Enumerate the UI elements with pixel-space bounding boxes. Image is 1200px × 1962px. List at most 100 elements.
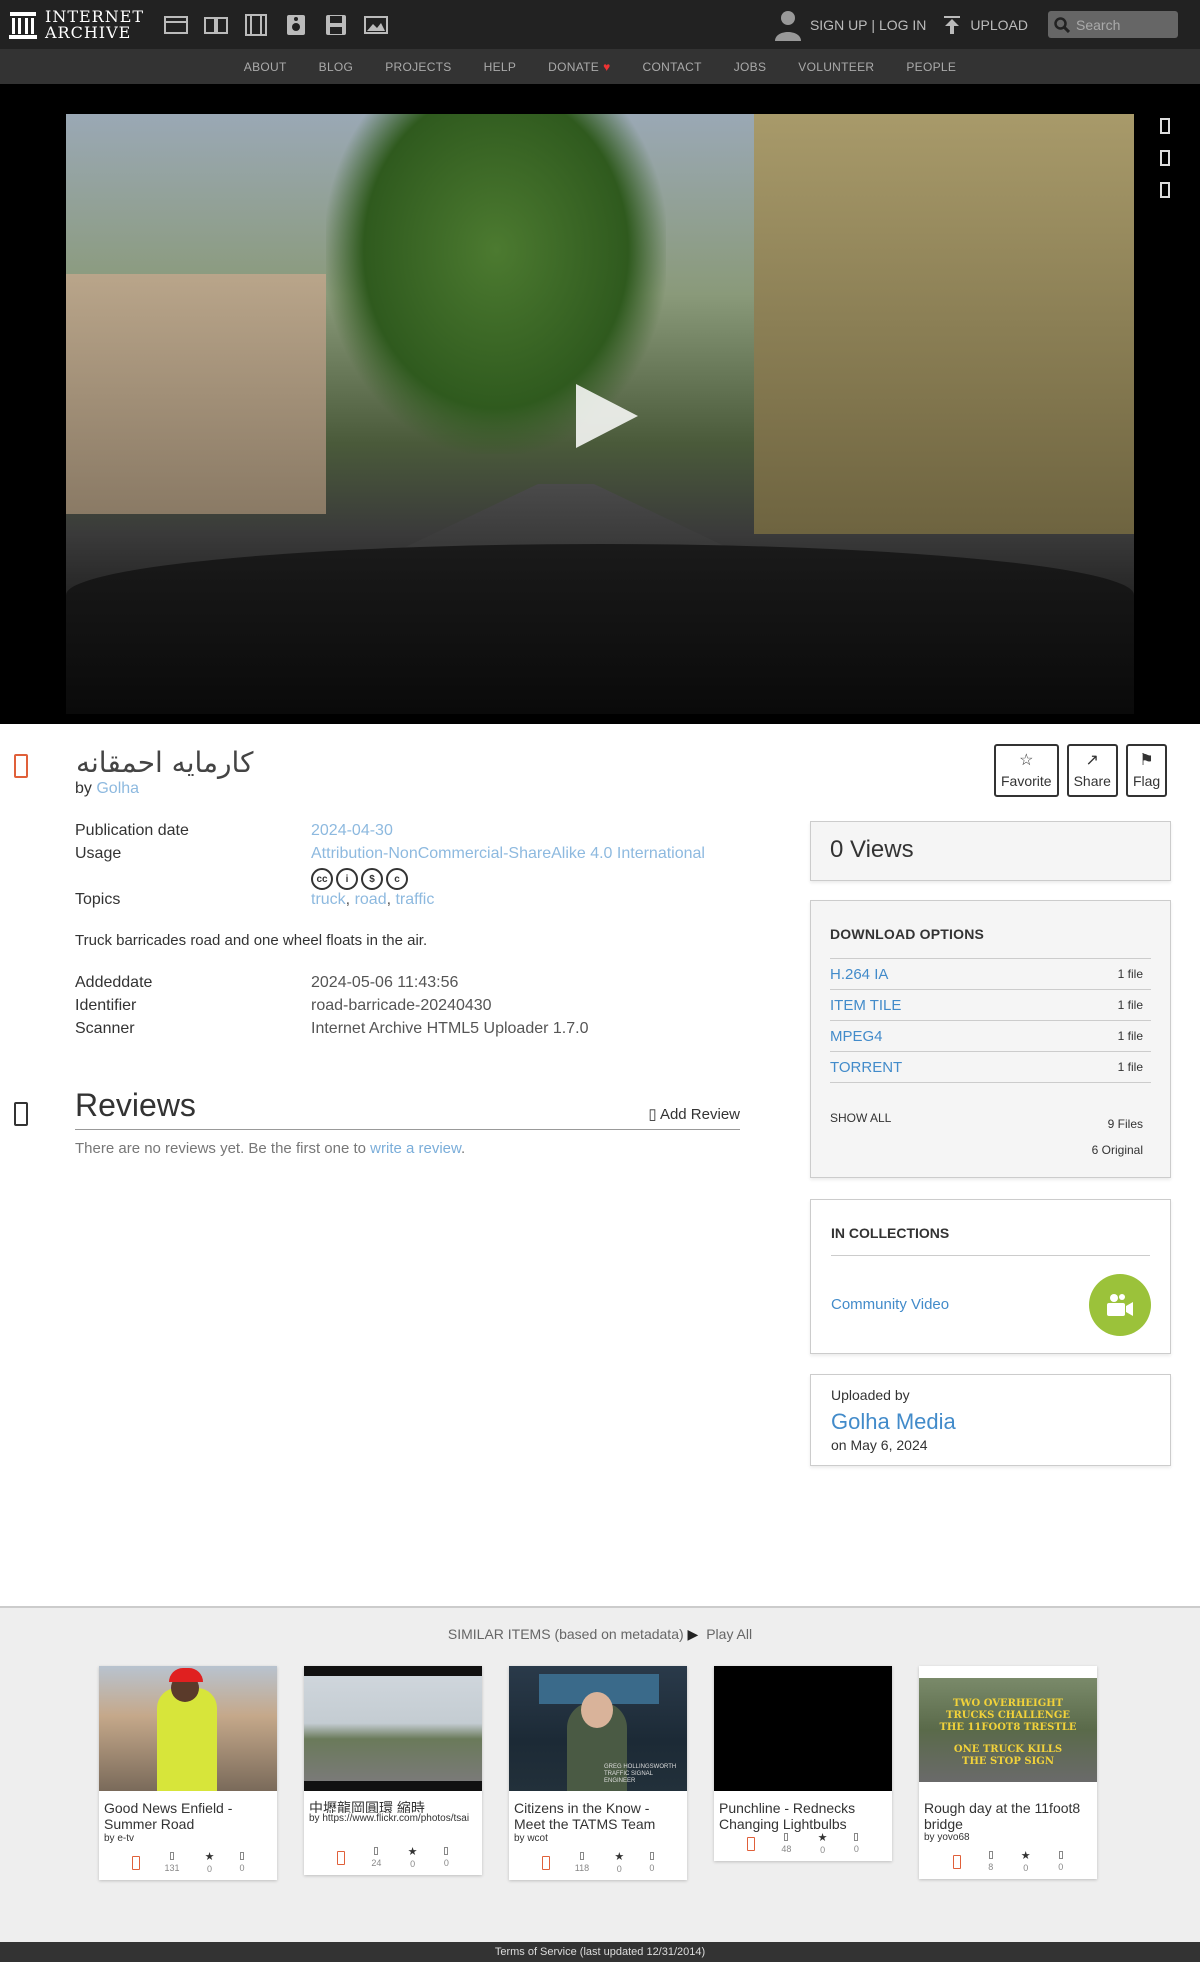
video-player[interactable] [66, 114, 1134, 714]
download-file-count: 1 file [1117, 967, 1143, 981]
uploaded-by-label: Uploaded by [831, 1387, 910, 1403]
similar-item-card[interactable]: Punchline - Rednecks Changing Lightbulbs… [714, 1666, 892, 1861]
similar-item-card[interactable]: 中壢龍岡圓環 縮時 by https://www.flickr.com/phot… [304, 1666, 482, 1875]
download-format-link[interactable]: H.264 IA [830, 966, 888, 983]
similar-item-thumbnail[interactable] [304, 1666, 482, 1791]
collection-link[interactable]: Community Video [831, 1296, 949, 1313]
movies-icon [131, 1856, 140, 1870]
similar-item-card[interactable]: Good News Enfield - Summer Road by e-tv … [99, 1666, 277, 1880]
web-icon[interactable] [164, 14, 189, 36]
add-review-button[interactable]: ▯ Add Review [648, 1105, 740, 1123]
download-row[interactable]: ITEM TILE 1 file [830, 990, 1151, 1021]
nav-donate[interactable]: DONATE ♥ [532, 60, 626, 74]
share-icon: ↗ [1085, 751, 1099, 769]
theatre-control-icon-2[interactable] [1160, 150, 1170, 166]
uploader-box: Uploaded by Golha Media on May 6, 2024 [810, 1374, 1171, 1466]
similar-item-title[interactable]: Citizens in the Know - Meet the TATMS Te… [509, 1791, 687, 1833]
search-box[interactable] [1048, 11, 1178, 38]
upload-arrow-icon [944, 15, 961, 34]
video-theatre [0, 84, 1200, 724]
similar-item-creator: by https://www.flickr.com/photos/tsai [309, 1813, 470, 1824]
play-icon[interactable] [576, 384, 638, 448]
creator-link[interactable]: Golha [96, 780, 139, 797]
topic-link-traffic[interactable]: traffic [395, 891, 434, 908]
video-frame-building-left [66, 274, 326, 514]
reviews-heading: Reviews [75, 1087, 196, 1123]
uploader-link[interactable]: Golha Media [831, 1409, 1150, 1435]
download-row[interactable]: TORRENT 1 file [830, 1052, 1151, 1083]
nav-jobs[interactable]: JOBS [718, 60, 783, 74]
identifier-value: road-barricade-20240430 [311, 997, 492, 1014]
similar-item-thumbnail[interactable] [99, 1666, 277, 1791]
upload-link[interactable]: UPLOAD [942, 15, 1028, 35]
similar-item-title[interactable]: Punchline - Rednecks Changing Lightbulbs [714, 1791, 892, 1833]
similar-item-stats: 118 ★ 0 0 [509, 1844, 687, 1880]
similar-item-thumbnail[interactable] [714, 1666, 892, 1791]
similar-item-title[interactable]: Rough day at the 11foot8 bridge [919, 1782, 1097, 1832]
nav-volunteer[interactable]: VOLUNTEER [782, 60, 890, 74]
similar-item-creator: by yovo68 [924, 1832, 970, 1843]
download-row[interactable]: MPEG4 1 file [830, 1021, 1151, 1052]
similar-item-title[interactable]: Good News Enfield - Summer Road [99, 1791, 277, 1833]
topic-separator: , [345, 891, 355, 908]
nav-help[interactable]: HELP [468, 60, 533, 74]
similar-item-card[interactable]: GREG HOLLINGSWORTH TRAFFIC SIGNAL ENGINE… [509, 1666, 687, 1880]
download-format-link[interactable]: ITEM TILE [830, 997, 901, 1014]
ia-logo[interactable]: INTERNET ARCHIVE [9, 8, 144, 41]
similar-item-thumbnail[interactable]: TWO OVERHEIGHT TRUCKS CHALLENGE THE 11FO… [919, 1666, 1097, 1782]
movies-icon [952, 1855, 961, 1869]
reviews-count: 0 [1058, 1862, 1064, 1872]
download-format-link[interactable]: MPEG4 [830, 1028, 883, 1045]
favorites-count: 0 [1023, 1863, 1029, 1873]
similar-item-card[interactable]: TWO OVERHEIGHT TRUCKS CHALLENGE THE 11FO… [919, 1666, 1097, 1879]
community-video-icon[interactable] [1089, 1274, 1151, 1336]
identifier-label: Identifier [75, 997, 137, 1014]
item-description: Truck barricades road and one wheel floa… [75, 932, 428, 949]
images-icon[interactable] [364, 14, 389, 36]
topic-link-truck[interactable]: truck [311, 891, 346, 908]
license-link[interactable]: Attribution-NonCommercial-ShareAlike 4.0… [311, 845, 705, 862]
theatre-control-icon-1[interactable] [1160, 118, 1170, 134]
favorites-count: 0 [820, 1845, 826, 1855]
nav-about[interactable]: ABOUT [228, 60, 303, 74]
collections-heading: IN COLLECTIONS [831, 1225, 1150, 1256]
favorite-button[interactable]: ☆ Favorite [994, 744, 1059, 797]
nav-blog[interactable]: BLOG [303, 60, 370, 74]
heart-icon: ♥ [603, 59, 611, 74]
show-all-link[interactable]: SHOW ALL [830, 1111, 891, 1125]
views-icon [784, 1833, 789, 1841]
search-input[interactable] [1076, 16, 1176, 33]
signup-link[interactable]: SIGN UP [810, 17, 868, 33]
search-icon [1054, 16, 1070, 33]
similar-item-title[interactable]: 中壢龍岡圓環 縮時 [304, 1791, 482, 1813]
video-icon[interactable] [244, 13, 268, 36]
software-icon[interactable] [324, 14, 348, 36]
pencil-icon: ▯ [648, 1106, 657, 1123]
nav-contact[interactable]: CONTACT [627, 60, 718, 74]
login-link[interactable]: LOG IN [879, 17, 926, 33]
download-row[interactable]: H.264 IA 1 file [830, 959, 1151, 990]
share-button[interactable]: ↗ Share [1066, 744, 1118, 797]
video-frame-building-right [754, 114, 1134, 534]
reviews-icon [239, 1852, 244, 1860]
texts-icon[interactable] [204, 14, 229, 36]
pubdate-link[interactable]: 2024-04-30 [311, 822, 393, 839]
reviews-count: 0 [443, 1858, 449, 1868]
theatre-control-icon-3[interactable] [1160, 182, 1170, 198]
footer-terms-link[interactable]: Terms of Service (last updated 12/31/201… [0, 1942, 1200, 1962]
flag-button[interactable]: ⚑ Flag [1125, 744, 1168, 797]
play-icon: ▶ [687, 1626, 699, 1642]
audio-icon[interactable] [284, 14, 308, 36]
topic-link-road[interactable]: road [355, 891, 387, 908]
similar-item-thumbnail[interactable]: GREG HOLLINGSWORTH TRAFFIC SIGNAL ENGINE… [509, 1666, 687, 1791]
play-all-button[interactable]: ▶ Play All [688, 1626, 753, 1642]
similar-item-creator: by wcot [514, 1833, 548, 1844]
download-format-link[interactable]: TORRENT [830, 1059, 902, 1076]
nav-people[interactable]: PEOPLE [890, 60, 972, 74]
license-icons[interactable]: cc i $ c [311, 868, 408, 890]
user-account-link[interactable]: SIGN UP | LOG IN [774, 9, 926, 41]
write-review-link[interactable]: write a review [370, 1140, 461, 1157]
similar-items-header: SIMILAR ITEMS (based on metadata) ▶ Play… [0, 1626, 1200, 1643]
flag-label: Flag [1132, 772, 1161, 789]
nav-projects[interactable]: PROJECTS [369, 60, 467, 74]
